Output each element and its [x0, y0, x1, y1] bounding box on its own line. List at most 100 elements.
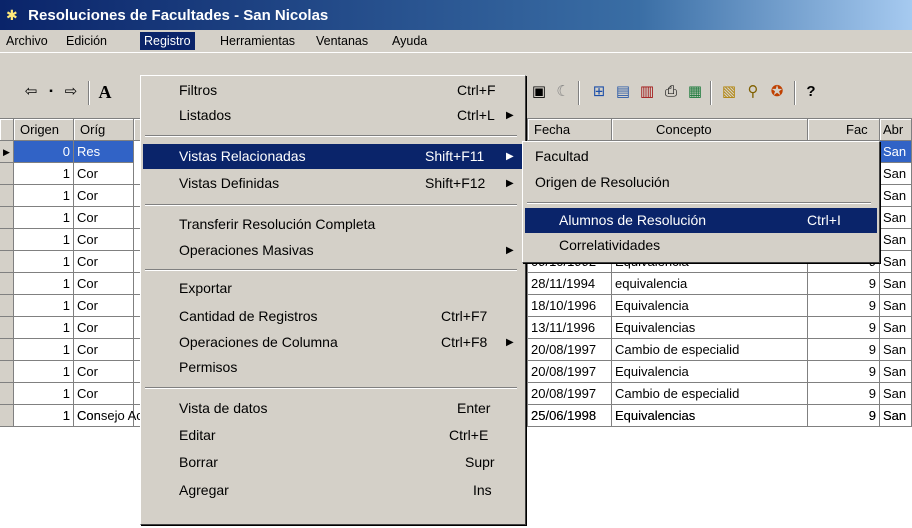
cell-concepto[interactable]: equivalencia — [612, 273, 808, 295]
cell-origen[interactable]: 1 — [14, 317, 74, 339]
cell-origen[interactable]: 1 — [14, 383, 74, 405]
header-concepto[interactable]: Concepto — [612, 119, 808, 141]
cell-abr[interactable]: San — [880, 295, 912, 317]
cell-org[interactable]: Cor — [74, 295, 134, 317]
menu-item-permisos[interactable]: Permisos — [143, 355, 523, 380]
cell-fac[interactable]: 9 — [808, 339, 880, 361]
folder-icon[interactable]: ▧ — [718, 81, 740, 103]
header-fac[interactable]: Fac — [808, 119, 880, 141]
columns-icon[interactable]: ▥ — [636, 81, 658, 103]
menu-item-vistas-relacionadas[interactable]: Vistas Relacionadas Shift+F11 ▶ — [143, 144, 523, 169]
cell-fac[interactable]: 9 — [808, 405, 880, 427]
cell-abr[interactable]: San — [880, 163, 912, 185]
menu-item-borrar[interactable]: Borrar Supr — [143, 450, 523, 475]
cell-abr[interactable]: San — [880, 405, 912, 427]
cell-fecha[interactable]: 25/06/1998 — [528, 405, 612, 427]
header-org[interactable]: Oríg — [74, 119, 134, 141]
cell-abr[interactable]: San — [880, 317, 912, 339]
cell-origen[interactable]: 1 — [14, 163, 74, 185]
cell-org[interactable]: Cor — [74, 207, 134, 229]
menu-item-transferir[interactable]: Transferir Resolución Completa — [143, 212, 523, 237]
cell-origen[interactable]: 1 — [14, 185, 74, 207]
cell-fecha[interactable]: 13/11/1996 — [528, 317, 612, 339]
cell-fac[interactable]: 9 — [808, 295, 880, 317]
menu-item-filtros[interactable]: Filtros Ctrl+F — [143, 78, 523, 103]
cell-concepto[interactable]: Equivalencia — [612, 361, 808, 383]
cell-fac[interactable]: 9 — [808, 383, 880, 405]
cell-concepto[interactable]: Equivalencias — [612, 405, 808, 427]
header-fecha[interactable]: Fecha — [528, 119, 612, 141]
cell-origen[interactable]: 0 — [14, 141, 74, 163]
cell-fecha[interactable]: 28/11/1994 — [528, 273, 612, 295]
cell-concepto[interactable]: Equivalencias — [612, 317, 808, 339]
cell-fac[interactable]: 9 — [808, 361, 880, 383]
cell-fecha[interactable]: 18/10/1996 — [528, 295, 612, 317]
cell-fecha[interactable]: 20/08/1997 — [528, 361, 612, 383]
menu-archivo[interactable]: Archivo — [2, 32, 52, 50]
help-icon[interactable]: ? — [800, 81, 822, 103]
menu-ayuda[interactable]: Ayuda — [388, 32, 431, 50]
cell-origen[interactable]: 1 — [14, 207, 74, 229]
cell-abr[interactable]: San — [880, 339, 912, 361]
menu-herramientas[interactable]: Herramientas — [216, 32, 299, 50]
cell-origen[interactable]: 1 — [14, 405, 74, 427]
menu-ventanas[interactable]: Ventanas — [312, 32, 372, 50]
menu-item-vistas-definidas[interactable]: Vistas Definidas Shift+F12 ▶ — [143, 171, 523, 196]
cell-abr[interactable]: San — [880, 207, 912, 229]
cell-abr[interactable]: San — [880, 251, 912, 273]
menu-item-editar[interactable]: Editar Ctrl+E — [143, 423, 523, 448]
submenu-item-correlatividades[interactable]: Correlatividades — [525, 233, 877, 258]
cell-origen[interactable]: 1 — [14, 251, 74, 273]
menu-item-cantidad-registros[interactable]: Cantidad de Registros Ctrl+F7 — [143, 304, 523, 329]
cell-fac[interactable]: 9 — [808, 273, 880, 295]
menu-item-listados[interactable]: Listados Ctrl+L ▶ — [143, 103, 523, 128]
tools-icon[interactable]: ✪ — [766, 81, 788, 103]
submenu-item-origen-resolucion[interactable]: Origen de Resolución — [525, 170, 877, 195]
menu-item-exportar[interactable]: Exportar — [143, 276, 523, 301]
menu-item-operaciones-columna[interactable]: Operaciones de Columna Ctrl+F8 ▶ — [143, 330, 523, 355]
cell-fecha[interactable]: 20/08/1997 — [528, 339, 612, 361]
menu-item-agregar[interactable]: Agregar Ins — [143, 478, 523, 503]
cell-origen[interactable]: 1 — [14, 229, 74, 251]
chart-icon[interactable]: ▤ — [612, 81, 634, 103]
cell-org[interactable]: Cor — [74, 317, 134, 339]
cell-abr[interactable]: San — [880, 273, 912, 295]
cell-org[interactable]: Cor — [74, 361, 134, 383]
cell-org[interactable]: Cor — [74, 251, 134, 273]
cell-origen[interactable]: 1 — [14, 273, 74, 295]
menu-edicion[interactable]: Edición — [62, 32, 111, 50]
cell-abr[interactable]: San — [880, 141, 912, 163]
cell-abr[interactable]: San — [880, 229, 912, 251]
cell-org[interactable]: Cor — [74, 163, 134, 185]
header-origen[interactable]: Origen — [14, 119, 74, 141]
cell-org[interactable]: Cor — [74, 383, 134, 405]
cell-origen[interactable]: 1 — [14, 339, 74, 361]
cell-org[interactable]: Cor — [74, 229, 134, 251]
menu-registro[interactable]: Registro — [140, 32, 195, 50]
refresh-icon[interactable]: ☾ — [552, 81, 574, 103]
calendar-icon[interactable]: ▣ — [528, 81, 550, 103]
cell-origen[interactable]: 1 — [14, 361, 74, 383]
forward-icon[interactable]: ⇨ — [60, 81, 82, 103]
submenu-item-alumnos-resolucion[interactable]: Alumnos de Resolución Ctrl+I — [525, 208, 877, 233]
menu-item-operaciones-masivas[interactable]: Operaciones Masivas ▶ — [143, 238, 523, 263]
cell-concepto[interactable]: Cambio de especialid — [612, 383, 808, 405]
cell-concepto[interactable]: Equivalencia — [612, 295, 808, 317]
cell-org[interactable]: Cor — [74, 273, 134, 295]
export-icon[interactable]: ▦ — [684, 81, 706, 103]
cell-origen[interactable]: 1 — [14, 295, 74, 317]
cell-fac[interactable]: 9 — [808, 317, 880, 339]
back-icon[interactable]: ⇦ — [20, 81, 42, 103]
tree-icon[interactable]: ⊞ — [588, 81, 610, 103]
cell-org[interactable]: Cor — [74, 339, 134, 361]
search-icon[interactable]: ⚲ — [742, 81, 764, 103]
submenu-item-facultad[interactable]: Facultad — [525, 144, 877, 169]
cell-org[interactable]: Cor — [74, 185, 134, 207]
cell-concepto[interactable]: Cambio de especialid — [612, 339, 808, 361]
header-abr[interactable]: Abr — [880, 119, 912, 141]
cell-abr[interactable]: San — [880, 383, 912, 405]
dropdown-icon[interactable]: ▪ — [40, 81, 62, 103]
font-icon[interactable]: A — [94, 81, 116, 103]
menu-item-vista-datos[interactable]: Vista de datos Enter — [143, 396, 523, 421]
print-icon[interactable]: ⎙ — [660, 81, 682, 103]
